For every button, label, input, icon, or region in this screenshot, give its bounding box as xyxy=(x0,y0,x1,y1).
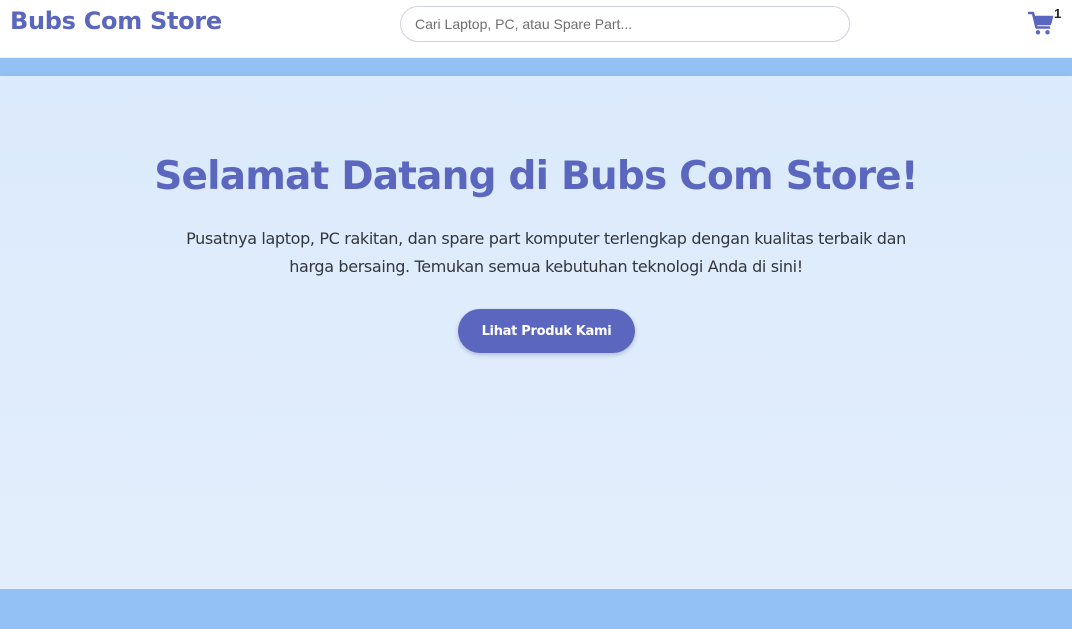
hero-section: Selamat Datang di Bubs Com Store! Pusatn… xyxy=(0,76,1072,589)
hero-description: Pusatnya laptop, PC rakitan, dan spare p… xyxy=(186,229,906,276)
footer-accent-band xyxy=(0,589,1072,629)
site-header: Bubs Com Store 1 xyxy=(0,0,1072,58)
cart-count-badge: 1 xyxy=(1054,6,1062,21)
view-products-button[interactable]: Lihat Produk Kami xyxy=(458,309,635,353)
search-input[interactable] xyxy=(400,6,850,42)
cart-button[interactable]: 1 xyxy=(1028,6,1062,39)
header-accent-stripe xyxy=(0,58,1072,76)
hero-title: Selamat Datang di Bubs Com Store! xyxy=(154,154,918,199)
brand-logo-text[interactable]: Bubs Com Store xyxy=(10,7,222,35)
shopping-cart-icon xyxy=(1028,11,1054,35)
